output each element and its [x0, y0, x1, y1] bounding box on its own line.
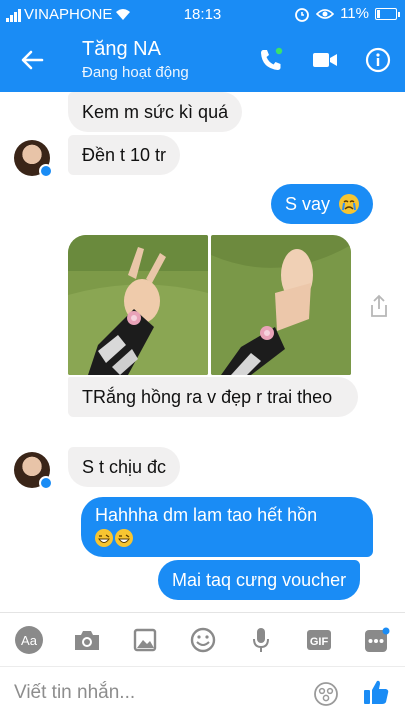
message-outgoing[interactable]: S vay	[270, 184, 373, 224]
gallery-icon[interactable]	[130, 625, 160, 655]
share-icon[interactable]	[368, 294, 390, 318]
more-icon[interactable]	[362, 625, 392, 655]
photo-attachment[interactable]	[211, 235, 351, 375]
camera-icon[interactable]	[72, 625, 102, 655]
messenger-badge-icon	[39, 476, 53, 490]
text-format-icon[interactable]: Aa	[14, 625, 44, 655]
info-icon[interactable]	[363, 45, 393, 75]
alarm-icon	[295, 7, 309, 22]
battery-percent: 11%	[340, 5, 369, 22]
message-incoming[interactable]: Đền t 10 tr	[68, 135, 181, 175]
message-incoming[interactable]: S t chịu đc	[68, 447, 181, 487]
video-call-icon[interactable]	[310, 45, 340, 75]
message-input[interactable]: Viết tin nhắn...	[14, 682, 135, 704]
messenger-badge-icon	[39, 164, 53, 178]
voice-call-icon[interactable]	[256, 45, 286, 75]
status-bar: VINAPHONE 18:13 11%	[0, 0, 405, 30]
message-list[interactable]: Kem m sức kì quá Đền t 10 tr S vay TRắng…	[0, 92, 405, 612]
avatar[interactable]	[14, 452, 53, 490]
message-toolbar: Aa GIF	[0, 612, 405, 666]
eye-icon	[316, 8, 335, 19]
message-outgoing[interactable]: Mai taq cưng voucher	[158, 560, 361, 600]
svg-text:Aa: Aa	[21, 633, 38, 648]
grinning-face-icon	[95, 529, 359, 547]
contact-status: Đang hoạt động	[82, 64, 189, 81]
message-outgoing[interactable]: Hahhha dm lam tao hết hồn	[81, 497, 373, 557]
avatar[interactable]	[14, 140, 53, 178]
svg-text:GIF: GIF	[310, 636, 329, 648]
photo-attachment[interactable]	[68, 235, 208, 375]
message-incoming[interactable]: Kem m sức kì quá	[68, 92, 243, 132]
contact-name[interactable]: Tăng NA	[82, 38, 161, 61]
message-text: S vay	[284, 194, 330, 214]
status-icons: 11%	[294, 5, 400, 22]
emoji-icon[interactable]	[188, 625, 218, 655]
message-text: Hahhha dm lam tao hết hồn	[95, 505, 318, 525]
microphone-icon[interactable]	[246, 625, 276, 655]
conversation-header: Tăng NA Đang hoạt động	[0, 30, 405, 92]
message-composer: Viết tin nhắn...	[0, 666, 405, 720]
crying-face-icon	[339, 194, 359, 214]
battery-icon	[375, 7, 400, 20]
back-arrow-icon[interactable]	[18, 46, 46, 74]
gif-icon[interactable]: GIF	[304, 625, 334, 655]
thumbs-up-icon[interactable]	[362, 678, 390, 706]
message-incoming[interactable]: TRắng hồng ra v đẹp r trai theo	[68, 377, 358, 417]
sticker-icon[interactable]	[313, 681, 339, 707]
